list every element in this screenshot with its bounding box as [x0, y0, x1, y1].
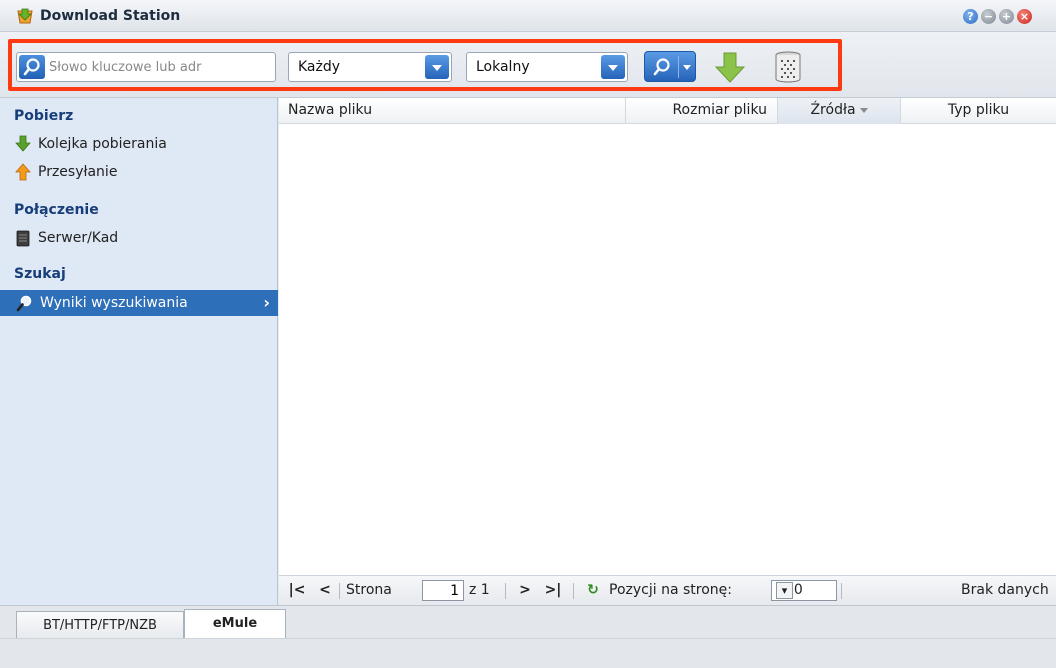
sidebar-item-search-results[interactable]: Wyniki wyszukiwania ›: [0, 290, 278, 316]
grid-header: Nazwa pliku Rozmiar pliku Źródła Typ pli…: [279, 98, 1056, 124]
sort-desc-icon: [859, 107, 868, 113]
chevron-right-icon: ›: [263, 293, 270, 312]
status-bar: [0, 638, 1056, 668]
sidebar-item-label: Wyniki wyszukiwania: [40, 295, 188, 311]
chevron-down-icon[interactable]: ▾: [776, 582, 793, 599]
upload-arrow-icon: [14, 163, 32, 181]
tab-emule[interactable]: eMule: [184, 609, 286, 639]
separator: [841, 583, 842, 599]
search-icon: [16, 294, 34, 312]
per-page-select[interactable]: 100 ▾: [771, 580, 837, 601]
page-number-input[interactable]: [422, 580, 464, 601]
title-bar: Download Station ? − + ×: [0, 0, 1056, 32]
column-header-filesize[interactable]: Rozmiar pliku: [626, 98, 778, 124]
column-label: Typ pliku: [947, 102, 1010, 118]
column-label: Nazwa pliku: [288, 102, 373, 118]
minimize-icon[interactable]: −: [981, 9, 996, 24]
separator: [573, 583, 574, 599]
column-label: Rozmiar pliku: [672, 102, 767, 118]
page-label: Strona: [346, 582, 392, 598]
sidebar: Pobierz Kolejka pobierania Przesyłanie P…: [0, 98, 278, 605]
help-icon[interactable]: ?: [963, 9, 978, 24]
sidebar-item-label: Serwer/Kad: [38, 230, 119, 246]
page-count-label: z 1: [469, 582, 490, 598]
results-grid: Nazwa pliku Rozmiar pliku Źródła Typ pli…: [279, 98, 1056, 575]
next-page-icon[interactable]: >: [515, 580, 535, 600]
prev-page-icon[interactable]: <: [315, 580, 335, 600]
sidebar-section-search: Szukaj: [14, 266, 66, 282]
tab-label: BT/HTTP/FTP/NZB: [43, 618, 157, 633]
paging-toolbar: |< < Strona z 1 > >| ↻ Pozycji na stronę…: [279, 575, 1056, 605]
download-arrow-icon: [14, 135, 32, 153]
per-page-label: Pozycji na stronę:: [609, 582, 732, 598]
column-label: Źródła: [810, 102, 856, 118]
empty-status-text: Brak danych: [961, 582, 1049, 598]
window-title: Download Station: [40, 8, 181, 24]
first-page-icon[interactable]: |<: [287, 580, 307, 600]
refresh-icon[interactable]: ↻: [583, 580, 603, 600]
column-header-filename[interactable]: Nazwa pliku: [279, 98, 626, 124]
column-header-sources[interactable]: Źródła: [778, 98, 901, 124]
sidebar-item-label: Kolejka pobierania: [38, 136, 167, 152]
column-header-filetype[interactable]: Typ pliku: [901, 98, 1056, 124]
tab-label: eMule: [212, 616, 258, 631]
toolbar-highlight-frame: [8, 39, 842, 91]
sidebar-section-connection: Połączenie: [14, 202, 99, 218]
separator: [505, 583, 506, 599]
close-icon[interactable]: ×: [1017, 9, 1032, 24]
separator: [339, 583, 340, 599]
server-icon: [14, 229, 32, 247]
tab-bt-http-ftp-nzb[interactable]: BT/HTTP/FTP/NZB: [16, 611, 184, 639]
maximize-icon[interactable]: +: [999, 9, 1014, 24]
sidebar-item-label: Przesyłanie: [38, 164, 118, 180]
sidebar-item-download-queue[interactable]: Kolejka pobierania: [14, 132, 167, 156]
sidebar-section-download: Pobierz: [14, 108, 74, 124]
bottom-tab-bar: BT/HTTP/FTP/NZB eMule: [0, 605, 1056, 639]
sidebar-item-upload[interactable]: Przesyłanie: [14, 160, 117, 184]
sidebar-item-server-kad[interactable]: Serwer/Kad: [14, 226, 118, 250]
download-station-icon: [16, 8, 34, 24]
last-page-icon[interactable]: >|: [543, 580, 563, 600]
